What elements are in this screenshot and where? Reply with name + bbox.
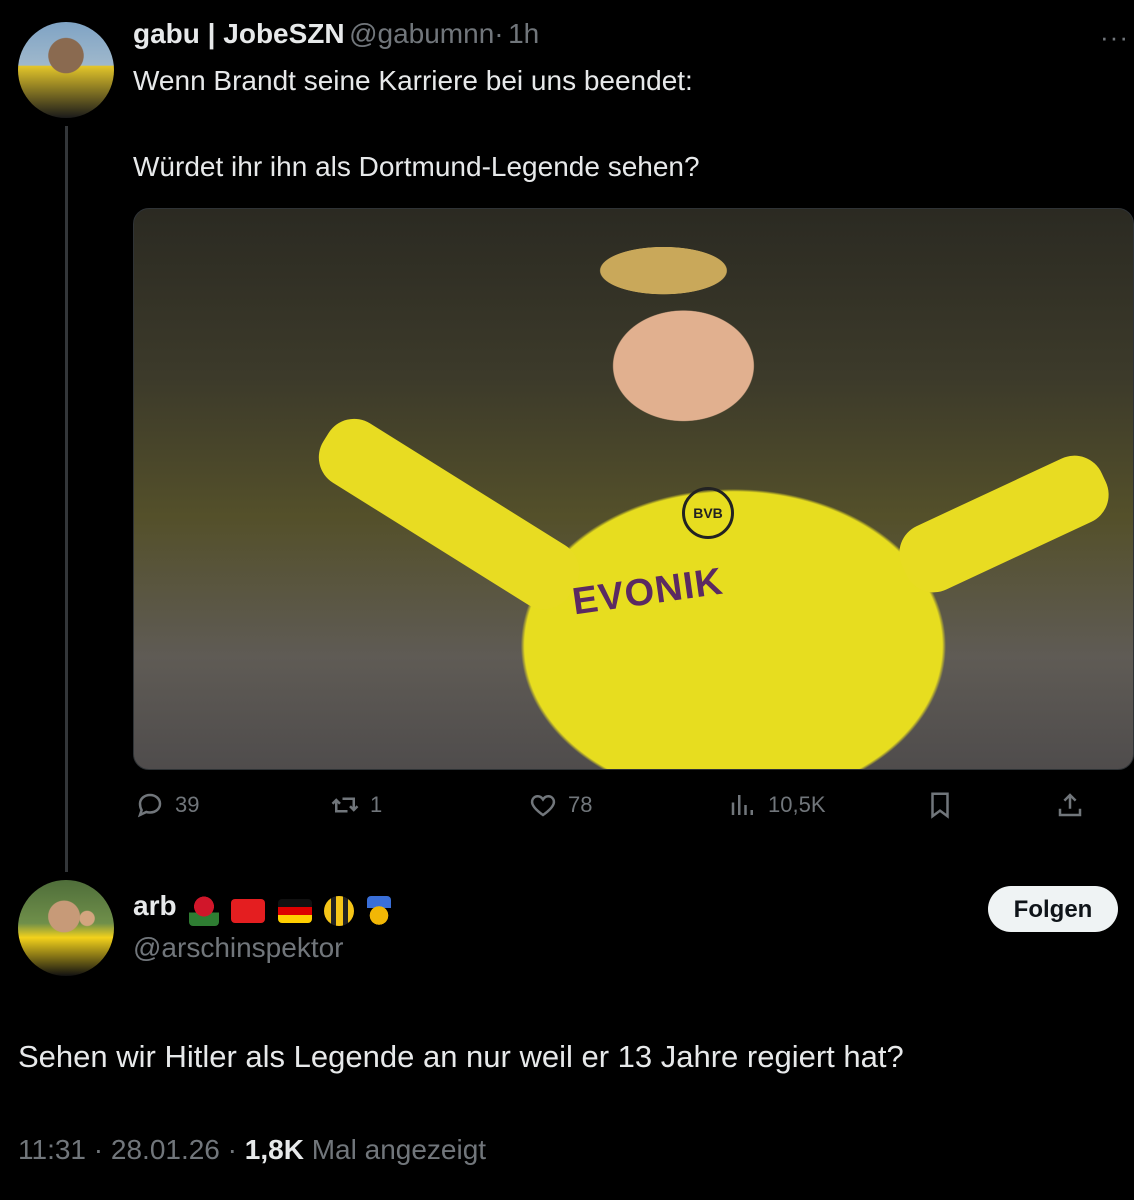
tweet-text-line: Würdet ihr ihn als Dortmund-Legende sehe… [133,151,700,182]
separator: · [93,1134,104,1165]
rose-icon [189,895,220,926]
avatar[interactable] [18,22,114,118]
author-name[interactable]: arb [133,890,177,921]
analytics-icon [731,795,753,815]
reply-view-count: 1,8K [244,1134,304,1165]
tweet-header: gabu | JobeSZN @gabumnn· 1h [133,18,539,50]
more-options-icon[interactable]: ··· [1100,22,1129,53]
tweet-text: Wenn Brandt seine Karriere bei uns beend… [133,60,1123,188]
reply-header: arb [133,890,391,926]
club-badge: BVB [682,487,734,539]
bookmark-button[interactable] [925,790,955,820]
tweet-image[interactable]: BVB EVONIK [133,208,1134,770]
shirt-sponsor: EVONIK [569,560,726,624]
timestamp[interactable]: 1h [508,18,539,49]
germany-flag-icon [277,898,312,923]
heart-icon [530,794,556,817]
reply-icon [137,793,162,818]
repost-button[interactable]: 1 [330,790,382,820]
player-arm [889,445,1119,603]
separator: · [227,1134,237,1165]
share-icon [1058,793,1082,817]
like-button[interactable]: 78 [528,790,592,820]
like-count: 78 [568,792,593,817]
views-button[interactable]: 10,5K [728,790,826,820]
reply-meta: 11:31 · 28.01.26 · 1,8K Mal angezeigt [18,1134,486,1166]
author-handle[interactable]: @arschinspektor [133,932,344,964]
avatar[interactable] [18,880,114,976]
albania-flag-icon [231,898,266,923]
repost-count: 1 [370,792,383,817]
reply-count: 39 [175,792,200,817]
share-button[interactable] [1055,790,1085,820]
reply-button[interactable]: 39 [135,790,199,820]
separator: · [494,18,504,49]
repost-icon [331,797,359,813]
bookmark-icon [931,792,949,819]
author-handle[interactable]: @gabumnn [349,18,494,49]
follow-button[interactable]: Folgen [988,886,1118,932]
tweet-text-line: Wenn Brandt seine Karriere bei uns beend… [133,65,693,96]
player-arm [307,407,591,621]
view-count: 10,5K [768,792,826,817]
reply-text: Sehen wir Hitler als Legende an nur weil… [18,1039,904,1074]
thread-connector [65,126,68,872]
reply-time[interactable]: 11:31 [18,1134,86,1165]
gold-medal-icon [366,895,391,926]
reply-views-label: Mal angezeigt [311,1134,487,1165]
author-name[interactable]: gabu | JobeSZN [133,18,345,49]
bee-icon [324,895,355,926]
reply-date[interactable]: 28.01.26 [111,1134,220,1165]
